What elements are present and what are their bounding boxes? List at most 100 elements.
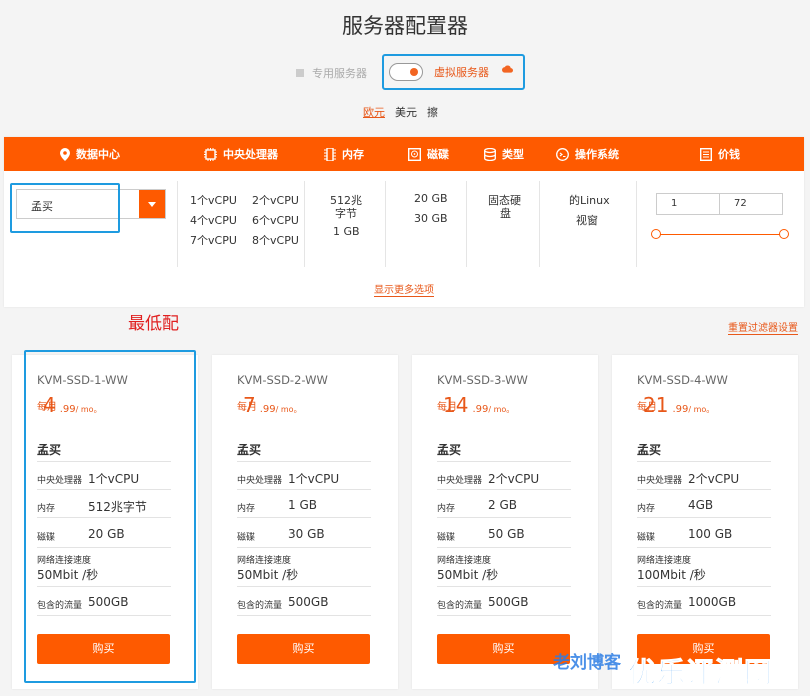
server-type-switch[interactable] (389, 63, 423, 81)
traffic-label: 包含的流量 (237, 601, 283, 611)
ram-option-512-line2[interactable]: 字节 (335, 205, 357, 221)
show-more-link[interactable]: 显示更多选项 (374, 285, 434, 297)
divider (637, 461, 771, 462)
os-option-windows[interactable]: 视窗 (576, 212, 598, 228)
divider (237, 586, 371, 587)
disk-label: 磁碟 (637, 533, 656, 543)
network-label: 网络连接速度 (237, 556, 292, 566)
disk-value: 50 GB (488, 527, 525, 541)
disk-option-20[interactable]: 20 GB (414, 192, 448, 205)
filter-header-bar: 数据中心 中央处理器 内存 磁碟 类型 操作系统 价钱 (4, 137, 804, 171)
cpu-option-1[interactable]: 1个vCPU (190, 192, 237, 208)
ram-value: 2 GB (488, 498, 517, 512)
datacenter-highlight (10, 183, 120, 233)
price-slider-min-handle[interactable] (651, 229, 661, 239)
header-ram: 内存 (324, 137, 364, 171)
virtual-server-label[interactable]: 虚拟服务器 (434, 64, 489, 80)
divider (637, 489, 771, 490)
os-icon (556, 147, 569, 161)
dedicated-server-option[interactable]: 专用服务器 (296, 65, 367, 81)
cpu-value: 2个vCPU (688, 472, 740, 486)
network-value: 50Mbit /秒 (237, 568, 299, 582)
reset-filters-link[interactable]: 重置过滤器设置 (728, 319, 798, 335)
plan-name: KVM-SSD-2-WW (237, 373, 328, 387)
header-datacenter-label: 数据中心 (76, 148, 120, 161)
plan-location: 孟买 (437, 443, 462, 457)
cpu-option-6[interactable]: 6个vCPU (252, 212, 299, 228)
disk-value: 100 GB (688, 527, 733, 541)
network-label: 网络连接速度 (437, 556, 492, 566)
disk-icon (408, 147, 421, 161)
divider (385, 181, 386, 267)
price-max-input[interactable]: 72 (719, 193, 783, 215)
divider (437, 547, 571, 548)
cpu-option-4[interactable]: 4个vCPU (190, 212, 237, 228)
currency-usd[interactable]: 美元 (395, 104, 417, 120)
header-price-label: 价钱 (718, 148, 740, 161)
divider (237, 547, 371, 548)
divider (636, 181, 637, 267)
traffic-value: 500GB (288, 595, 329, 609)
dedicated-server-label: 专用服务器 (312, 67, 367, 80)
header-datacenter: 数据中心 (60, 137, 120, 171)
disk-value: 30 GB (288, 527, 325, 541)
price-unit: / mo。 (488, 405, 515, 414)
caret-down-icon (148, 202, 156, 207)
plan-card-3: KVM-SSD-3-WW 每月14.99/ mo。 孟买 中央处理器 2个vCP… (412, 355, 598, 689)
cpu-option-8[interactable]: 8个vCPU (252, 232, 299, 248)
currency-other[interactable]: 擦 (427, 104, 438, 120)
divider (237, 461, 371, 462)
cpu-option-7[interactable]: 7个vCPU (190, 232, 237, 248)
plan-location: 孟买 (637, 443, 662, 457)
header-type-label: 类型 (502, 148, 524, 161)
network-value: 50Mbit /秒 (437, 568, 499, 582)
divider (237, 517, 371, 518)
database-icon (484, 147, 496, 161)
header-cpu: 中央处理器 (204, 137, 278, 171)
cpu-option-2[interactable]: 2个vCPU (252, 192, 299, 208)
cpu-value: 2个vCPU (488, 472, 540, 486)
price-icon (700, 147, 712, 161)
datacenter-dropdown-button[interactable] (139, 190, 165, 218)
memory-icon (324, 147, 336, 161)
ram-option-1gb[interactable]: 1 GB (333, 225, 360, 238)
cpu-value: 1个vCPU (288, 472, 340, 486)
buy-button[interactable]: 购买 (237, 634, 370, 664)
cpu-label: 中央处理器 (637, 476, 683, 486)
ram-value: 4GB (688, 498, 714, 512)
cpu-chip-icon (204, 147, 217, 161)
location-pin-icon (60, 147, 70, 161)
ram-label: 内存 (237, 504, 256, 514)
price-slider-track[interactable] (656, 234, 784, 235)
traffic-value: 500GB (488, 595, 529, 609)
lowest-config-highlight (24, 350, 196, 683)
divider (437, 489, 571, 490)
type-option-ssd-line2[interactable]: 盘 (500, 205, 511, 221)
plan-location: 孟买 (237, 443, 262, 457)
buy-button[interactable]: 购买 (437, 634, 570, 664)
header-os-label: 操作系统 (575, 148, 619, 161)
virtual-server-highlight: 虚拟服务器 (382, 54, 525, 90)
divider (304, 181, 305, 267)
price-cents: .99 (672, 404, 689, 415)
server-type-toggle: 专用服务器 虚拟服务器 (290, 54, 530, 90)
lowest-config-annotation: 最低配 (128, 314, 179, 334)
divider (437, 461, 571, 462)
plan-card-4: KVM-SSD-4-WW 每月21.99/ mo。 孟买 中央处理器 2个vCP… (612, 355, 798, 689)
cpu-label: 中央处理器 (437, 476, 483, 486)
disk-option-30[interactable]: 30 GB (414, 212, 448, 225)
divider (437, 586, 571, 587)
price-integer: 14 (443, 393, 469, 417)
traffic-value: 1000GB (688, 595, 737, 609)
network-label: 网络连接速度 (637, 556, 692, 566)
price-slider-max-handle[interactable] (779, 229, 789, 239)
price-min-input[interactable]: 1 (656, 193, 720, 215)
plan-card-2: KVM-SSD-2-WW 每月7.99/ mo。 孟买 中央处理器 1个vCPU… (212, 355, 398, 689)
os-option-linux[interactable]: 的Linux (569, 192, 610, 208)
price-integer: 7 (243, 393, 256, 417)
currency-eur[interactable]: 欧元 (363, 104, 385, 120)
divider (437, 517, 571, 518)
plan-name: KVM-SSD-4-WW (637, 373, 728, 387)
header-type: 类型 (484, 137, 524, 171)
divider (637, 517, 771, 518)
